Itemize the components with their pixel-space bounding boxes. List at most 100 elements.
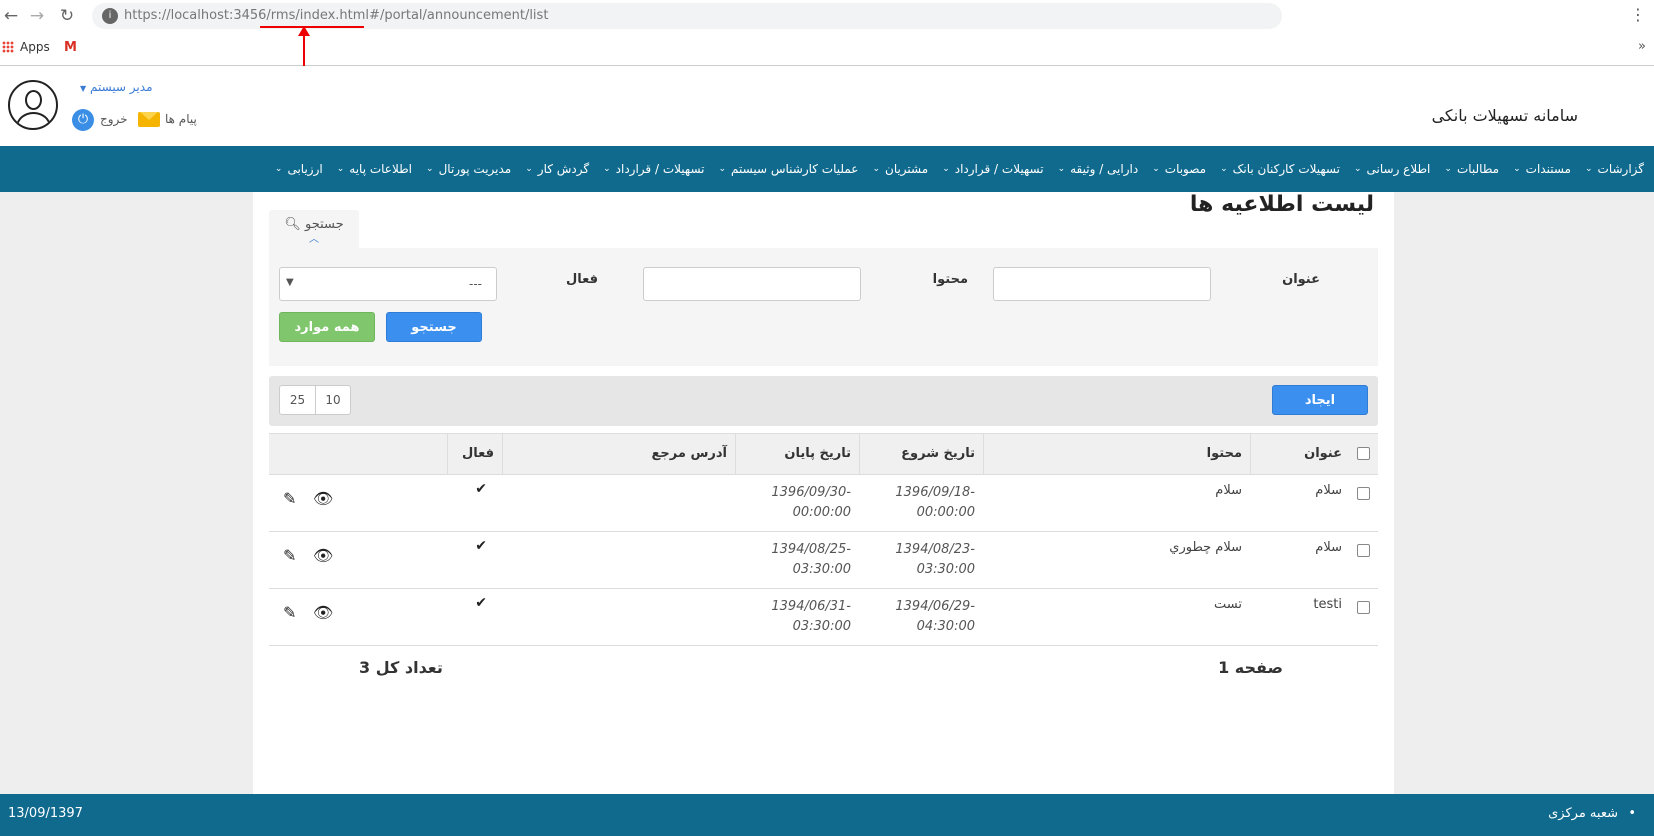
eye-icon[interactable]: 👁︎ <box>313 546 333 565</box>
chevron-down-icon: ⌄ <box>426 164 434 174</box>
bookmarks-more-icon[interactable]: » <box>1638 39 1646 54</box>
th-ref-address[interactable]: آدرس مرجع <box>502 434 735 474</box>
content-label: محتوا <box>932 272 968 287</box>
start-time: 00:00:00 <box>916 505 975 520</box>
search-panel: عنوان محتوا فعال --- ▼ جستجو همه موارد <box>269 248 1378 366</box>
table-row[interactable]: سلام سلام 1396/09/18- 00:00:00 1396/09/30- 00… <box>269 475 1378 532</box>
chevron-down-icon: ⌄ <box>1444 164 1452 174</box>
eye-icon[interactable]: 👁︎ <box>313 489 333 508</box>
logout-link[interactable]: خروج <box>100 112 128 126</box>
chevron-up-icon[interactable]: ︿ <box>269 234 359 246</box>
start-date: 1394/08/23- <box>895 542 975 557</box>
th-end-date[interactable]: تاریخ پایان <box>735 434 859 474</box>
forward-icon[interactable]: → <box>26 5 48 27</box>
messages-link[interactable]: پیام ها <box>165 112 197 126</box>
chevron-down-icon: ⌄ <box>872 164 880 174</box>
power-icon[interactable]: ⏻ <box>72 109 94 131</box>
page-size-10[interactable]: 10 <box>315 386 350 414</box>
gmail-icon[interactable]: M <box>64 40 77 55</box>
row-checkbox[interactable] <box>1357 487 1370 500</box>
select-all-checkbox[interactable] <box>1357 447 1370 460</box>
pencil-icon[interactable]: ✎ <box>283 603 296 622</box>
apps-icon[interactable] <box>2 41 14 53</box>
menu-item-1[interactable]: اطلاعات پایه ⌄ <box>337 162 412 176</box>
pencil-icon[interactable]: ✎ <box>283 489 296 508</box>
search-tab-label: جستجو <box>304 217 344 232</box>
cell-start-date: 1394/08/23- 03:30:00 <box>865 540 975 580</box>
table-row[interactable]: testi تست 1394/06/29- 04:30:00 1394/06/31- 03… <box>269 589 1378 646</box>
cell-title: سلام <box>1315 540 1342 555</box>
create-button[interactable]: ایجاد <box>1272 385 1368 415</box>
chevron-down-icon: ⌄ <box>1057 164 1066 174</box>
cell-end-date: 1394/06/31- 03:30:00 <box>741 597 851 637</box>
th-active[interactable]: فعال <box>447 434 502 474</box>
end-date: 1396/09/30- <box>771 485 851 500</box>
content-panel: لیست اطلاعیه ها 🔍︎ جستجو ︿ عنوان محتوا ف… <box>253 192 1394 794</box>
menu-item-label: گزارشات <box>1597 162 1644 176</box>
menu-item-6[interactable]: مشتریان ⌄ <box>872 162 928 176</box>
menu-item-4[interactable]: تسهیلات / قرارداد ⌄ <box>603 162 704 176</box>
table-row[interactable]: سلام سلام چطوري 1394/08/23- 03:30:00 1394/08… <box>269 532 1378 589</box>
menu-item-0[interactable]: ارزیابی ⌄ <box>275 162 323 176</box>
search-button[interactable]: جستجو <box>386 312 482 342</box>
cell-start-date: 1394/06/29- 04:30:00 <box>865 597 975 637</box>
menu-item-label: ارزیابی <box>287 162 323 176</box>
active-label: فعال <box>565 272 598 287</box>
url-text: https://localhost:3456/rms/index.html#/p… <box>124 8 549 23</box>
search-icon: 🔍︎ <box>284 217 301 232</box>
menu-item-14[interactable]: گزارشات ⌄ <box>1585 162 1644 176</box>
menu-item-7[interactable]: تسهیلات / قرارداد ⌄ <box>942 162 1043 176</box>
show-all-button[interactable]: همه موارد <box>279 312 375 342</box>
menu-item-label: اطلاعات پایه <box>349 162 413 176</box>
title-input[interactable] <box>993 267 1211 301</box>
menu-item-3[interactable]: گردش کار ⌄ <box>525 162 589 176</box>
menu-item-label: تسهیلات کارکنان بانک <box>1232 162 1340 176</box>
menu-item-label: تسهیلات / قرارداد <box>954 162 1044 176</box>
menu-item-label: مصوبات <box>1164 162 1207 176</box>
avatar[interactable] <box>8 80 58 130</box>
end-time: 00:00:00 <box>792 505 851 520</box>
reload-icon[interactable]: ↻ <box>56 5 78 27</box>
menu-item-11[interactable]: اطلاع رسانی ⌄ <box>1354 162 1430 176</box>
envelope-icon[interactable] <box>138 112 160 127</box>
pencil-icon[interactable]: ✎ <box>283 546 296 565</box>
menu-item-label: گردش کار <box>537 162 590 176</box>
menu-item-8[interactable]: دارایی / وثیقه ⌄ <box>1058 162 1139 176</box>
eye-icon[interactable]: 👁︎ <box>313 603 333 622</box>
search-tab[interactable]: 🔍︎ جستجو ︿ <box>269 210 359 248</box>
chevron-down-icon: ⌄ <box>1353 164 1362 174</box>
chevron-down-icon: ⌄ <box>603 164 611 174</box>
row-checkbox[interactable] <box>1357 601 1370 614</box>
menu-item-10[interactable]: تسهیلات کارکنان بانک ⌄ <box>1220 162 1340 176</box>
site-info-icon[interactable]: i <box>102 8 118 24</box>
cell-content: سلام چطوري <box>1169 540 1242 555</box>
row-checkbox[interactable] <box>1357 544 1370 557</box>
start-time: 04:30:00 <box>916 619 975 634</box>
th-title[interactable]: عنوان <box>1250 434 1350 474</box>
check-icon: ✔ <box>475 481 487 497</box>
chrome-menu-icon[interactable]: ⋮ <box>1630 5 1646 24</box>
chevron-down-icon: ⌄ <box>1220 164 1228 174</box>
active-select-value: --- <box>469 277 482 291</box>
caret-down-icon[interactable]: ▼ <box>80 84 86 93</box>
app-title: سامانه تسهیلات بانکی <box>1431 106 1578 125</box>
menu-item-13[interactable]: مستندات ⌄ <box>1513 162 1571 176</box>
bookmark-apps[interactable]: Apps <box>20 40 50 54</box>
menu-item-5[interactable]: عملیات کارشناس سیستم ⌄ <box>719 162 859 176</box>
main-menu: ارزیابی ⌄ اطلاعات پایه ⌄ مدیریت پورتال ⌄ گردش … <box>0 146 1654 192</box>
page-size-25[interactable]: 25 <box>280 386 315 414</box>
user-menu[interactable]: مدیر سیستم <box>90 80 153 94</box>
content-input[interactable] <box>643 267 861 301</box>
menu-item-9[interactable]: مصوبات ⌄ <box>1152 162 1206 176</box>
back-icon[interactable]: ← <box>0 5 22 27</box>
menu-item-label: مطالبات <box>1456 162 1500 176</box>
menu-item-12[interactable]: مطالبات ⌄ <box>1444 162 1499 176</box>
menu-item-2[interactable]: مدیریت پورتال ⌄ <box>426 162 511 176</box>
th-content[interactable]: محتوا <box>983 434 1250 474</box>
cell-title: سلام <box>1315 483 1342 498</box>
active-select[interactable]: --- ▼ <box>279 267 497 301</box>
end-date: 1394/06/31- <box>771 599 851 614</box>
th-start-date[interactable]: تاریخ شروع <box>859 434 983 474</box>
check-icon: ✔ <box>475 538 487 554</box>
total-count: تعداد کل 3 <box>359 658 443 677</box>
